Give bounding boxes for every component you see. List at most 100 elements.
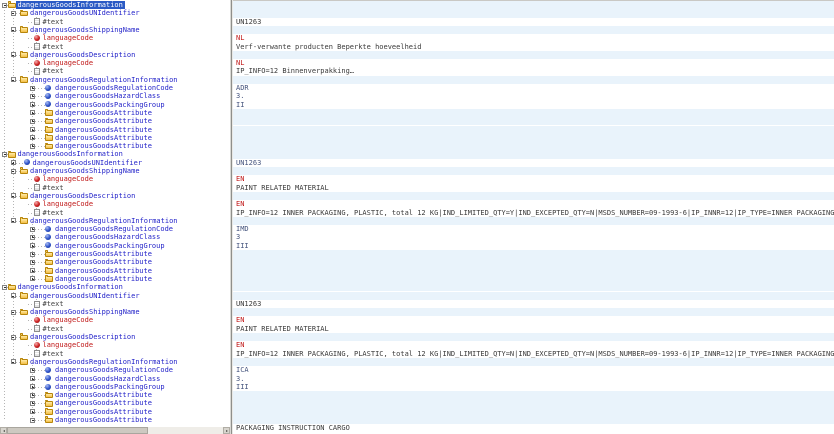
value-cell[interactable]: 3 xyxy=(233,233,834,241)
expander-plus-icon[interactable] xyxy=(30,235,35,240)
value-cell[interactable]: UN1263 xyxy=(233,300,834,308)
value-cell[interactable] xyxy=(233,109,834,117)
value-cell[interactable]: IP_INFO=12 INNER PACKAGING, PLASTIC, tot… xyxy=(233,350,834,358)
value-cell[interactable]: EN xyxy=(233,316,834,324)
tree-node[interactable]: dangerousGoodsShippingName xyxy=(0,167,230,175)
value-cell[interactable]: EN xyxy=(233,200,834,208)
tree-node[interactable]: dangerousGoodsRegulationInformation xyxy=(0,76,230,84)
tree-node[interactable]: dangerousGoodsAttribute xyxy=(0,416,230,424)
expander-minus-icon[interactable] xyxy=(2,285,7,290)
expander-plus-icon[interactable] xyxy=(30,135,35,140)
value-cell[interactable] xyxy=(233,292,834,300)
tree-node[interactable]: dangerousGoodsAttribute xyxy=(0,117,230,125)
expander-minus-icon[interactable] xyxy=(11,169,16,174)
value-cell[interactable] xyxy=(233,391,834,399)
tree-node[interactable]: dangerousGoodsInformation xyxy=(0,1,230,9)
tree-node[interactable]: dangerousGoodsDescription xyxy=(0,192,230,200)
tree-node[interactable]: dangerousGoodsAttribute xyxy=(0,134,230,142)
value-cell[interactable] xyxy=(233,308,834,316)
tree-node[interactable]: dangerousGoodsAttribute xyxy=(0,250,230,258)
tree-node[interactable]: languageCode xyxy=(0,200,230,208)
tree-node[interactable]: dangerousGoodsAttribute xyxy=(0,267,230,275)
tree-node[interactable]: dangerousGoodsShippingName xyxy=(0,26,230,34)
expander-minus-icon[interactable] xyxy=(11,193,16,198)
tree-node[interactable]: dangerousGoodsRegulationCode xyxy=(0,84,230,92)
value-cell[interactable] xyxy=(233,9,834,17)
value-cell[interactable] xyxy=(233,150,834,158)
value-cell[interactable] xyxy=(233,333,834,341)
expander-minus-icon[interactable] xyxy=(11,11,16,16)
expander-plus-icon[interactable] xyxy=(30,252,35,257)
value-cell[interactable] xyxy=(233,117,834,125)
value-cell[interactable] xyxy=(233,399,834,407)
value-cell[interactable] xyxy=(233,275,834,283)
expander-plus-icon[interactable] xyxy=(11,160,16,165)
tree-node[interactable]: dangerousGoodsDescription xyxy=(0,333,230,341)
tree-node[interactable]: dangerousGoodsUNIdentifier xyxy=(0,159,230,167)
value-cell[interactable]: PACKAGING INSTRUCTION CARGO xyxy=(233,424,834,432)
tree-node[interactable]: dangerousGoodsInformation xyxy=(0,283,230,291)
value-cell[interactable]: III xyxy=(233,242,834,250)
expander-plus-icon[interactable] xyxy=(30,384,35,389)
tree-node[interactable]: dangerousGoodsRegulationCode xyxy=(0,225,230,233)
value-cell[interactable] xyxy=(233,416,834,424)
value-panel[interactable]: UN1263NLVerf-verwante producten Beperkte… xyxy=(233,0,834,434)
expander-plus-icon[interactable] xyxy=(30,409,35,414)
value-cell[interactable] xyxy=(233,283,834,291)
value-cell[interactable]: UN1263 xyxy=(233,159,834,167)
expander-plus-icon[interactable] xyxy=(30,102,35,107)
value-cell[interactable]: NL xyxy=(233,59,834,67)
value-cell[interactable] xyxy=(233,26,834,34)
value-cell[interactable] xyxy=(233,408,834,416)
h-scrollbar[interactable] xyxy=(0,427,230,434)
expander-minus-icon[interactable] xyxy=(11,310,16,315)
value-cell[interactable]: EN xyxy=(233,341,834,349)
tree-node[interactable]: #text xyxy=(0,184,230,192)
value-cell[interactable]: 3. xyxy=(233,92,834,100)
tree-node[interactable]: languageCode xyxy=(0,316,230,324)
value-cell[interactable] xyxy=(233,267,834,275)
value-cell[interactable]: ICA xyxy=(233,366,834,374)
scrollbar-thumb[interactable] xyxy=(7,427,148,434)
expander-minus-icon[interactable] xyxy=(30,418,35,423)
tree-node[interactable]: dangerousGoodsRegulationInformation xyxy=(0,217,230,225)
tree-node[interactable]: dangerousGoodsUNIdentifier xyxy=(0,292,230,300)
expander-minus-icon[interactable] xyxy=(11,52,16,57)
expander-minus-icon[interactable] xyxy=(2,152,7,157)
value-cell[interactable] xyxy=(233,258,834,266)
expander-plus-icon[interactable] xyxy=(30,144,35,149)
value-cell[interactable]: IP_INFO=12 Binnenverpakking… xyxy=(233,67,834,75)
expander-plus-icon[interactable] xyxy=(30,393,35,398)
expander-plus-icon[interactable] xyxy=(30,86,35,91)
tree-node[interactable]: dangerousGoodsAttribute xyxy=(0,109,230,117)
tree-node[interactable]: languageCode xyxy=(0,34,230,42)
expander-minus-icon[interactable] xyxy=(11,218,16,223)
value-cell[interactable]: NL xyxy=(233,34,834,42)
tree-node[interactable]: dangerousGoodsAttribute xyxy=(0,142,230,150)
tree-node[interactable]: dangerousGoodsPackingGroup xyxy=(0,101,230,109)
expander-plus-icon[interactable] xyxy=(30,119,35,124)
value-cell[interactable] xyxy=(233,192,834,200)
value-cell[interactable]: UN1263 xyxy=(233,18,834,26)
expander-plus-icon[interactable] xyxy=(30,276,35,281)
value-cell[interactable] xyxy=(233,76,834,84)
value-cell[interactable]: II xyxy=(233,101,834,109)
tree-node[interactable]: dangerousGoodsAttribute xyxy=(0,399,230,407)
value-cell[interactable]: PAINT RELATED MATERIAL xyxy=(233,325,834,333)
tree-node[interactable]: #text xyxy=(0,209,230,217)
value-cell[interactable]: IP_INFO=12 INNER PACKAGING, PLASTIC, tot… xyxy=(233,209,834,217)
tree-node[interactable]: dangerousGoodsShippingName xyxy=(0,308,230,316)
value-cell[interactable] xyxy=(233,358,834,366)
expander-plus-icon[interactable] xyxy=(30,243,35,248)
expander-plus-icon[interactable] xyxy=(30,260,35,265)
tree-node[interactable]: #text xyxy=(0,18,230,26)
expander-plus-icon[interactable] xyxy=(30,94,35,99)
expander-minus-icon[interactable] xyxy=(2,3,7,8)
expander-plus-icon[interactable] xyxy=(30,110,35,115)
tree-node[interactable]: languageCode xyxy=(0,59,230,67)
value-cell[interactable] xyxy=(233,250,834,258)
value-cell[interactable] xyxy=(233,1,834,9)
expander-minus-icon[interactable] xyxy=(11,335,16,340)
value-cell[interactable] xyxy=(233,142,834,150)
expander-plus-icon[interactable] xyxy=(30,268,35,273)
